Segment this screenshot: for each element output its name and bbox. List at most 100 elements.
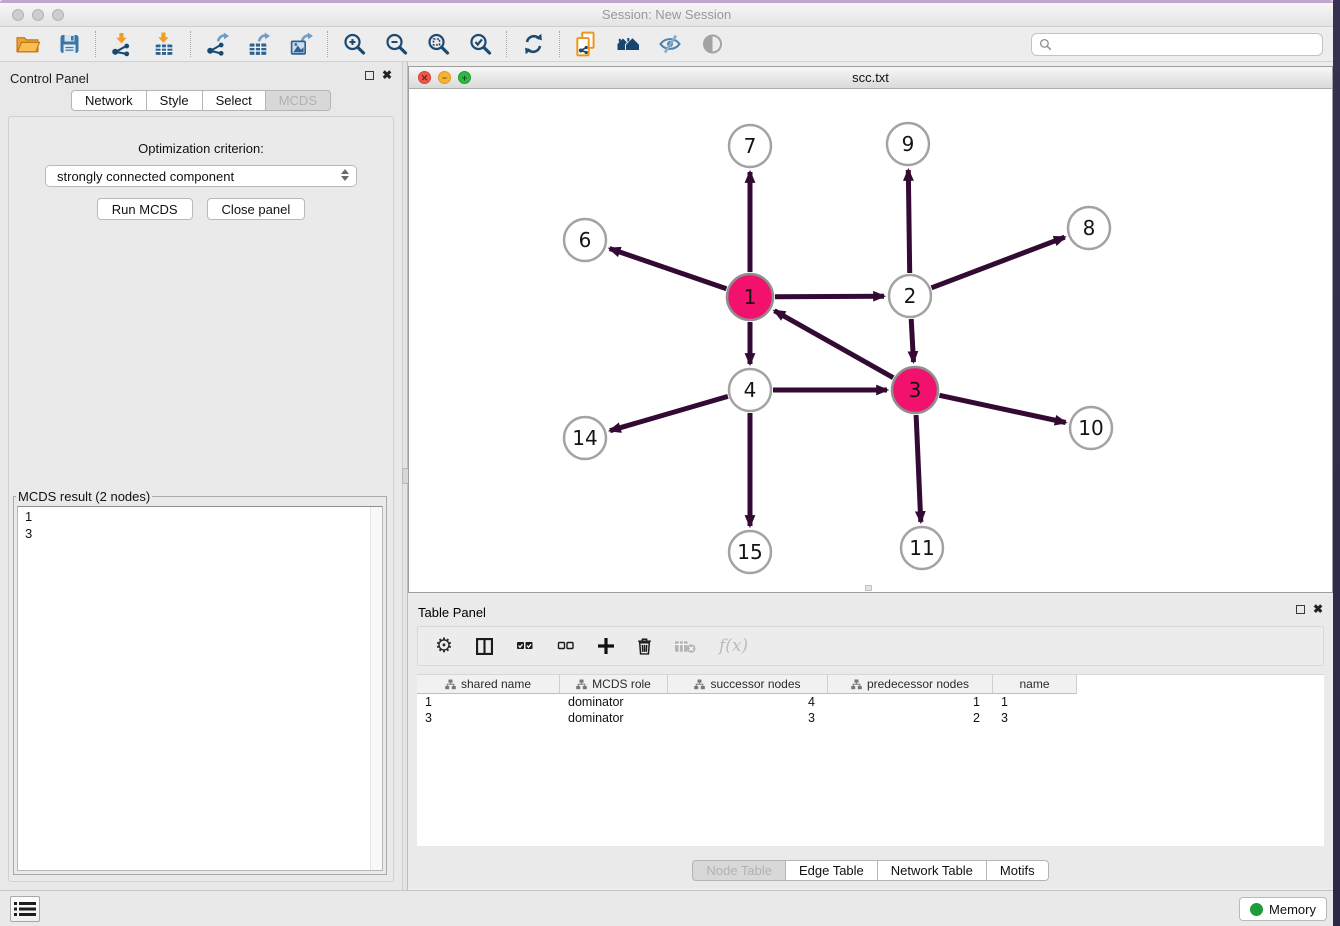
graph-node-2[interactable]: 2: [889, 275, 931, 317]
graph-edge-3-11[interactable]: [916, 415, 921, 522]
mcds-result-area[interactable]: 1 3: [17, 506, 383, 871]
close-panel-button[interactable]: Close panel: [207, 198, 306, 220]
table-cell[interactable]: 3: [993, 710, 1077, 726]
zoom-selected-button[interactable]: [459, 28, 501, 60]
close-panel-icon[interactable]: ✖: [382, 70, 392, 80]
graph-edge-1-6[interactable]: [610, 249, 727, 289]
network-graph: 1 2 3 4 6 7 8 9 10 11 14 15: [409, 89, 1332, 592]
close-table-panel-icon[interactable]: ✖: [1313, 604, 1323, 614]
import-network-icon: [109, 32, 135, 57]
graph-edge-3-10[interactable]: [939, 395, 1065, 422]
graph-node-6[interactable]: 6: [564, 219, 606, 261]
graph-edge-2-8[interactable]: [932, 237, 1065, 288]
graph-node-9[interactable]: 9: [887, 123, 929, 165]
result-scrollbar[interactable]: [370, 507, 382, 870]
network-window-titlebar: ✕ − + scc.txt: [409, 67, 1332, 89]
select-all-button[interactable]: [516, 640, 534, 652]
graph-node-4[interactable]: 4: [729, 369, 771, 411]
search-input[interactable]: [1052, 34, 1322, 55]
delete-column-button[interactable]: [637, 638, 652, 655]
tab-motifs[interactable]: Motifs: [986, 860, 1049, 881]
float-panel-icon[interactable]: [365, 71, 374, 80]
dropdown-stepper-icon: [341, 169, 349, 181]
graph-node-14[interactable]: 14: [564, 417, 606, 459]
table-cell[interactable]: dominator: [560, 694, 668, 710]
function-builder-button[interactable]: f(x): [719, 636, 748, 656]
graph-node-3[interactable]: 3: [892, 367, 938, 413]
column-header-MCDS-role[interactable]: MCDS role: [560, 675, 668, 694]
task-history-button[interactable]: [10, 896, 40, 922]
column-header-name[interactable]: name: [993, 675, 1077, 694]
zoom-in-button[interactable]: [333, 28, 375, 60]
tab-mcds[interactable]: MCDS: [265, 90, 331, 111]
svg-text:4: 4: [744, 378, 757, 402]
column-header-predecessor-nodes[interactable]: predecessor nodes: [828, 675, 993, 694]
graph-node-10[interactable]: 10: [1070, 407, 1112, 449]
tab-node-table[interactable]: Node Table: [692, 860, 786, 881]
graph-node-11[interactable]: 11: [901, 527, 943, 569]
export-network-button[interactable]: [196, 28, 238, 60]
export-table-button[interactable]: [238, 28, 280, 60]
svg-text:11: 11: [909, 536, 934, 560]
import-table-button[interactable]: [143, 28, 185, 60]
graph-node-15[interactable]: 15: [729, 531, 771, 573]
column-header-shared-name[interactable]: shared name: [417, 675, 560, 694]
table-cell[interactable]: 1: [993, 694, 1077, 710]
save-session-button[interactable]: [48, 28, 90, 60]
table-row[interactable]: 3dominator323: [417, 710, 1324, 726]
table-cell[interactable]: 1: [828, 694, 993, 710]
node-table: shared nameMCDS rolesuccessor nodesprede…: [417, 674, 1324, 846]
refresh-view-button[interactable]: [512, 28, 554, 60]
table-body: 1dominator4113dominator323: [417, 694, 1324, 726]
deselect-all-button[interactable]: [557, 640, 575, 652]
table-tabs: Node TableEdge TableNetwork TableMotifs: [408, 860, 1333, 881]
tab-network[interactable]: Network: [71, 90, 147, 111]
criterion-dropdown[interactable]: strongly connected component: [45, 165, 357, 187]
graph-node-1[interactable]: 1: [727, 274, 773, 320]
zoom-out-button[interactable]: [375, 28, 417, 60]
duplicate-network-button[interactable]: [565, 28, 607, 60]
zoom-fit-button[interactable]: [417, 28, 459, 60]
tab-style[interactable]: Style: [146, 90, 203, 111]
graph-edge-2-9[interactable]: [908, 170, 909, 273]
table-cell[interactable]: dominator: [560, 710, 668, 726]
add-column-button[interactable]: [598, 638, 614, 654]
split-view-button[interactable]: [476, 638, 493, 655]
memory-button[interactable]: Memory: [1239, 897, 1327, 921]
network-canvas[interactable]: 1 2 3 4 6 7 8 9 10 11 14 15: [409, 89, 1332, 592]
tab-network-table[interactable]: Network Table: [877, 860, 987, 881]
table-row[interactable]: 1dominator411: [417, 694, 1324, 710]
graph-node-8[interactable]: 8: [1068, 207, 1110, 249]
attribute-icon: [851, 679, 862, 690]
float-table-panel-icon[interactable]: [1296, 605, 1305, 614]
tab-select[interactable]: Select: [202, 90, 266, 111]
run-mcds-button[interactable]: Run MCDS: [97, 198, 193, 220]
graph-edge-4-14[interactable]: [610, 396, 728, 430]
mcds-result-text: 1 3: [18, 507, 382, 542]
canvas-resize-grip[interactable]: [865, 585, 872, 591]
screen: Session: New Session: [0, 0, 1340, 926]
graph-edge-2-3[interactable]: [911, 319, 913, 362]
svg-text:10: 10: [1078, 416, 1103, 440]
show-all-button[interactable]: [691, 28, 733, 60]
hide-selected-button[interactable]: [649, 28, 691, 60]
attribute-icon: [694, 679, 705, 690]
export-image-button[interactable]: [280, 28, 322, 60]
import-network-button[interactable]: [101, 28, 143, 60]
open-session-button[interactable]: [6, 28, 48, 60]
delete-table-button[interactable]: [675, 639, 696, 654]
table-cell[interactable]: 3: [417, 710, 560, 726]
table-cell[interactable]: 4: [668, 694, 828, 710]
table-cell[interactable]: 2: [828, 710, 993, 726]
graph-edge-3-1[interactable]: [774, 311, 893, 378]
table-cell[interactable]: 3: [668, 710, 828, 726]
tab-edge-table[interactable]: Edge Table: [785, 860, 878, 881]
svg-text:2: 2: [904, 284, 917, 308]
graph-edge-1-2[interactable]: [775, 296, 884, 297]
column-header-successor-nodes[interactable]: successor nodes: [668, 675, 828, 694]
app-window: Session: New Session: [0, 0, 1333, 926]
table-cell[interactable]: 1: [417, 694, 560, 710]
table-settings-button[interactable]: ⚙: [435, 636, 453, 656]
graph-node-7[interactable]: 7: [729, 125, 771, 167]
home-button[interactable]: [607, 28, 649, 60]
